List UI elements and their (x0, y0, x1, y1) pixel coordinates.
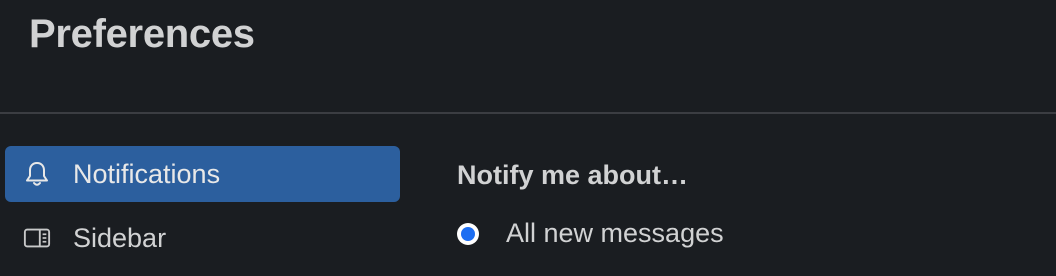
preferences-window: Preferences Notifications Sidebar Notify… (0, 0, 1056, 276)
section-title: Notify me about… (457, 160, 689, 190)
sidebar-item-label: Sidebar (73, 222, 167, 253)
sidebar-item-label: Notifications (73, 158, 221, 189)
radio-dot (461, 226, 475, 241)
page-title: Preferences (29, 12, 255, 56)
bell-icon (23, 160, 51, 188)
notifications-panel: Notify me about… All new messages (457, 160, 724, 248)
radio-button-selected[interactable] (457, 222, 479, 245)
option-all-new-messages[interactable]: All new messages (457, 218, 724, 249)
preferences-sidebar: Notifications Sidebar (5, 146, 400, 268)
header: Preferences (0, 0, 1056, 114)
sidebar-item-sidebar[interactable]: Sidebar (5, 208, 400, 268)
sidebar-layout-icon (23, 224, 51, 252)
sidebar-item-notifications[interactable]: Notifications (5, 146, 400, 202)
option-label: All new messages (506, 218, 724, 248)
